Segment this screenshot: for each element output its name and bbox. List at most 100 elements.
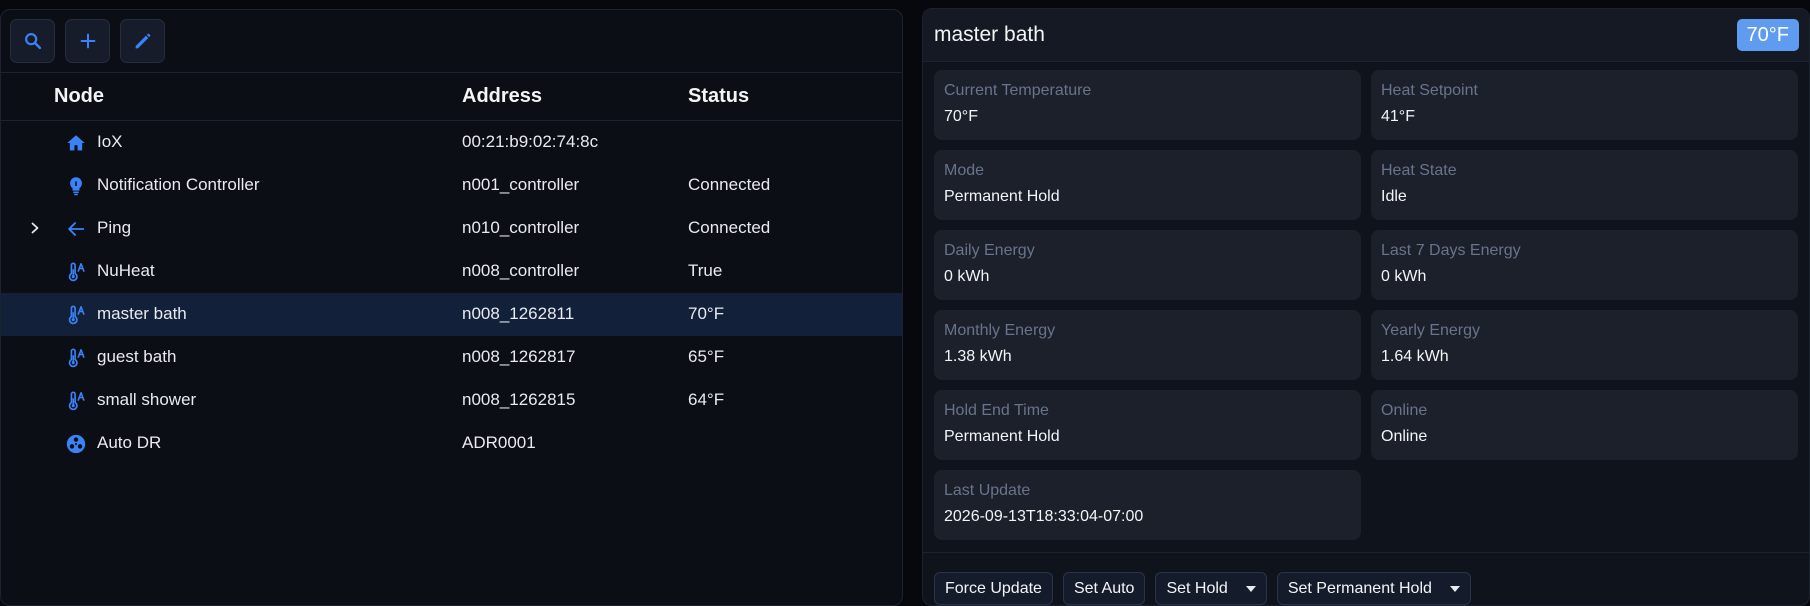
node-address: n008_1262815 [462,390,576,409]
pencil-icon [135,33,150,49]
property-label: Mode [944,162,985,179]
node-name: Notification Controller [97,175,260,194]
node-status: Connected [688,218,771,237]
node-status: 65°F [688,347,725,366]
node-address: 00:21:b9:02:74:8c [462,132,599,151]
property-label: Monthly Energy [944,322,1056,339]
property-card: Last 7 Days Energy 0 kWh [1371,230,1798,300]
property-grid: Current Temperature 70°F Heat Setpoint 4… [934,70,1802,540]
property-value: 1.64 kWh [1381,348,1449,365]
property-value: 2026-09-13T18:33:04-07:00 [944,508,1144,525]
thermostat-icon [65,304,87,326]
property-card: Online Online [1371,390,1798,460]
toolbar [1,10,902,72]
table-row[interactable]: small shower n008_1262815 64°F [1,379,902,422]
property-card: Last Update 2026-09-13T18:33:04-07:00 [934,470,1361,540]
node-tree-panel: Node Address Status IoX 00:21:b9:02:74:8… [0,9,903,606]
arrow-left-icon [65,218,87,240]
property-label: Heat State [1381,162,1457,179]
property-label: Heat Setpoint [1381,82,1478,99]
node-status: 64°F [688,390,725,409]
node-list: IoX 00:21:b9:02:74:8c Notification Contr… [1,121,902,465]
property-card: Monthly Energy 1.38 kWh [934,310,1361,380]
force-update-button[interactable]: Force Update [934,572,1053,605]
column-header-node[interactable]: Node [54,85,104,108]
property-card: Mode Permanent Hold [934,150,1361,220]
detail-title: master bath [934,23,1045,46]
property-card: Current Temperature 70°F [934,70,1361,140]
button-label: Set Auto [1073,579,1135,597]
set-permanent-hold-button[interactable]: Set Permanent Hold [1276,572,1471,605]
action-bar: Force Update Set Auto Set Hold Set Perma… [923,552,1809,605]
table-row[interactable]: IoX 00:21:b9:02:74:8c [1,121,902,164]
search-button[interactable] [10,19,55,63]
thermostat-icon [65,261,87,283]
property-value: 70°F [944,108,978,125]
chevron-right-icon[interactable] [28,220,42,236]
property-label: Online [1381,402,1428,419]
table-row[interactable]: Auto DR ADR0001 [1,422,902,465]
table-row[interactable]: Notification Controller n001_controller … [1,164,902,207]
property-value: Idle [1381,188,1407,205]
node-name: Auto DR [97,433,162,452]
node-status: Connected [688,175,771,194]
button-label: Set Permanent Hold [1287,579,1432,597]
node-name: small shower [97,390,197,409]
node-address: n010_controller [462,218,580,237]
thermostat-icon [65,390,87,412]
property-value: 0 kWh [944,268,990,285]
node-address: n008_1262817 [462,347,576,366]
table-row[interactable]: Ping n010_controller Connected [1,207,902,250]
property-card: Yearly Energy 1.64 kWh [1371,310,1798,380]
property-value: 1.38 kWh [944,348,1012,365]
search-icon [24,33,41,50]
node-status: 70°F [688,304,725,323]
thermostat-icon [65,347,87,369]
set-hold-button[interactable]: Set Hold [1155,572,1267,605]
button-label: Set Hold [1166,579,1228,597]
node-address: n008_1262811 [462,304,575,323]
table-row[interactable]: guest bath n008_1262817 65°F [1,336,902,379]
property-card: Hold End Time Permanent Hold [934,390,1361,460]
property-label: Last Update [944,482,1031,499]
column-header-status[interactable]: Status [688,85,749,108]
lightbulb-icon [65,175,87,197]
property-label: Current Temperature [944,82,1092,99]
node-name: NuHeat [97,261,155,280]
add-node-button[interactable] [65,19,110,63]
node-address: n008_controller [462,261,580,280]
property-card: Daily Energy 0 kWh [934,230,1361,300]
node-name: guest bath [97,347,177,366]
edit-button[interactable] [120,19,165,63]
property-card: Heat Setpoint 41°F [1371,70,1798,140]
property-value: Permanent Hold [944,428,1060,445]
table-row[interactable]: NuHeat n008_controller True [1,250,902,293]
property-value: Permanent Hold [944,188,1060,205]
property-value: 0 kWh [1381,268,1427,285]
detail-header: master bath 70°F [923,9,1809,62]
node-status: True [688,261,723,280]
temperature-badge: 70°F [1736,19,1799,51]
column-header-address[interactable]: Address [462,85,542,108]
node-address: n001_controller [462,175,580,194]
node-name: master bath [97,304,187,323]
property-label: Daily Energy [944,242,1035,259]
table-header: Node Address Status [1,72,902,121]
home-icon [65,132,87,154]
property-label: Hold End Time [944,402,1049,419]
node-detail-panel: master bath 70°F Current Temperature 70°… [922,8,1810,606]
property-value: Online [1381,428,1428,445]
table-row[interactable]: master bath n008_1262811 70°F [1,293,902,336]
property-card: Heat State Idle [1371,150,1798,220]
set-auto-button[interactable]: Set Auto [1062,572,1146,605]
auto-dr-icon [65,433,87,455]
property-label: Last 7 Days Energy [1381,242,1521,259]
caret-down-icon [1449,585,1460,592]
property-value: 41°F [1381,108,1415,125]
node-name: Ping [97,218,132,237]
button-label: Force Update [945,579,1042,597]
plus-icon [80,33,95,49]
caret-down-icon [1245,585,1256,592]
node-name: IoX [97,132,123,151]
node-address: ADR0001 [462,433,536,452]
